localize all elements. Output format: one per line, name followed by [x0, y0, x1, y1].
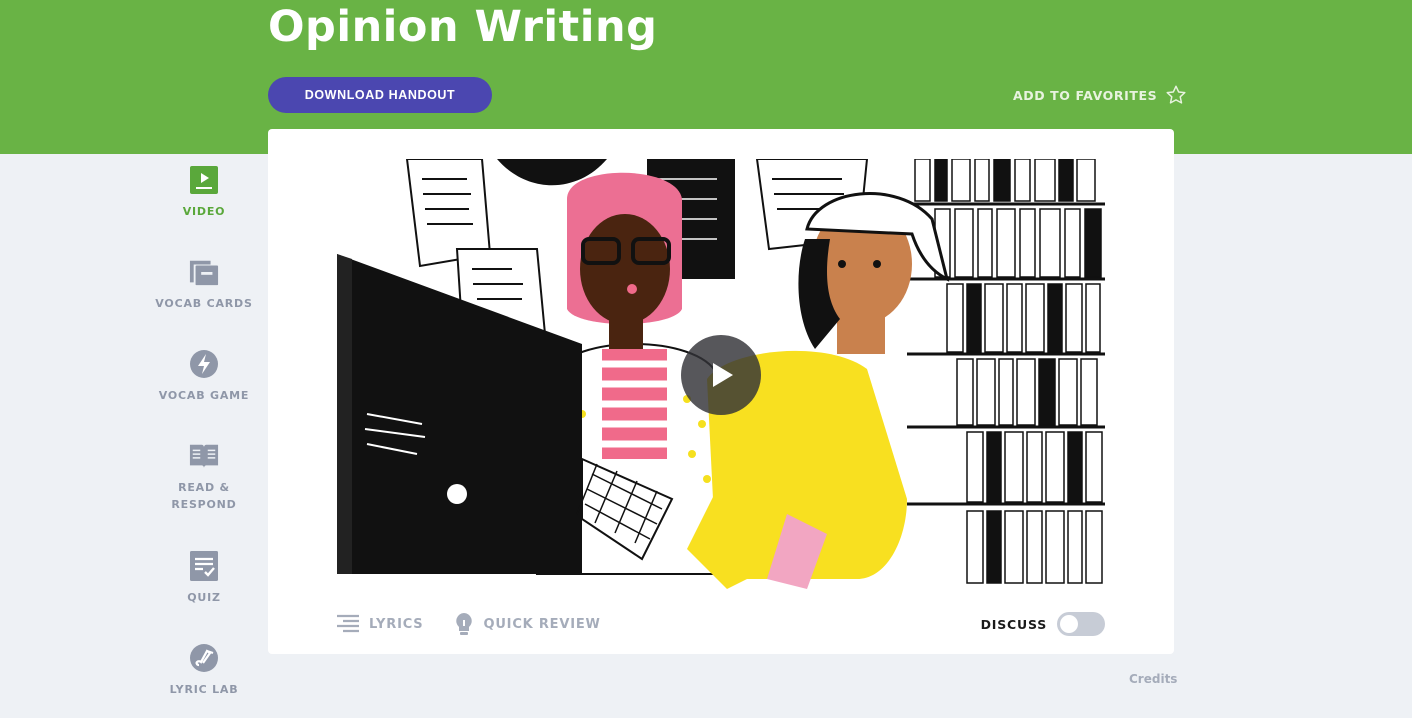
- quiz-checklist-icon: [189, 551, 219, 581]
- play-button[interactable]: [681, 335, 761, 415]
- sidebar-item-read-respond[interactable]: READ & RESPOND: [148, 441, 260, 513]
- sidebar-item-label: VOCAB CARDS: [155, 297, 253, 310]
- sidebar-item-quiz[interactable]: QUIZ: [148, 551, 260, 606]
- sidebar-item-lyric-lab[interactable]: LYRIC LAB: [148, 643, 260, 698]
- sidebar-item-vocab-game[interactable]: VOCAB GAME: [148, 349, 260, 404]
- discuss-control: DISCUSS: [981, 610, 1105, 638]
- sidebar-item-video[interactable]: VIDEO: [148, 165, 260, 220]
- page-title: Opinion Writing: [268, 2, 658, 52]
- lightning-icon: [189, 349, 219, 379]
- video-player[interactable]: [337, 159, 1105, 591]
- lightbulb-icon: [456, 613, 473, 635]
- sidebar-item-label: READ & RESPOND: [171, 481, 237, 511]
- sidebar-item-label: VOCAB GAME: [158, 389, 250, 402]
- sidebar-item-vocab-cards[interactable]: VOCAB CARDS: [148, 257, 260, 312]
- lyrics-button[interactable]: LYRICS: [337, 614, 423, 634]
- quick-review-label: QUICK REVIEW: [483, 616, 601, 632]
- discuss-toggle[interactable]: [1057, 612, 1105, 636]
- download-handout-button[interactable]: DOWNLOAD HANDOUT: [268, 77, 492, 113]
- lyrics-lines-icon: [337, 614, 359, 633]
- add-to-favorites-button[interactable]: ADD TO FAVORITES: [1013, 84, 1187, 106]
- video-tools: LYRICS QUICK REVIEW: [337, 610, 633, 638]
- star-icon: [1166, 85, 1186, 104]
- favorites-label: ADD TO FAVORITES: [1013, 87, 1158, 103]
- play-icon: [713, 363, 733, 387]
- book-icon: [189, 441, 219, 471]
- sidebar-item-label: VIDEO: [182, 205, 226, 218]
- video-card: LYRICS QUICK REVIEW DISCUSS: [268, 129, 1174, 654]
- quick-review-button[interactable]: QUICK REVIEW: [455, 612, 600, 636]
- discuss-label: DISCUSS: [980, 616, 1047, 632]
- sidebar-item-label: LYRIC LAB: [169, 683, 239, 696]
- toggle-knob: [1060, 615, 1078, 633]
- lyric-lab-icon: [189, 643, 219, 673]
- video-icon: [189, 165, 219, 195]
- lyrics-label: LYRICS: [369, 616, 424, 632]
- sidebar-item-label: QUIZ: [187, 591, 221, 604]
- vocab-cards-icon: [189, 257, 219, 287]
- credits-link[interactable]: Credits: [1129, 672, 1177, 686]
